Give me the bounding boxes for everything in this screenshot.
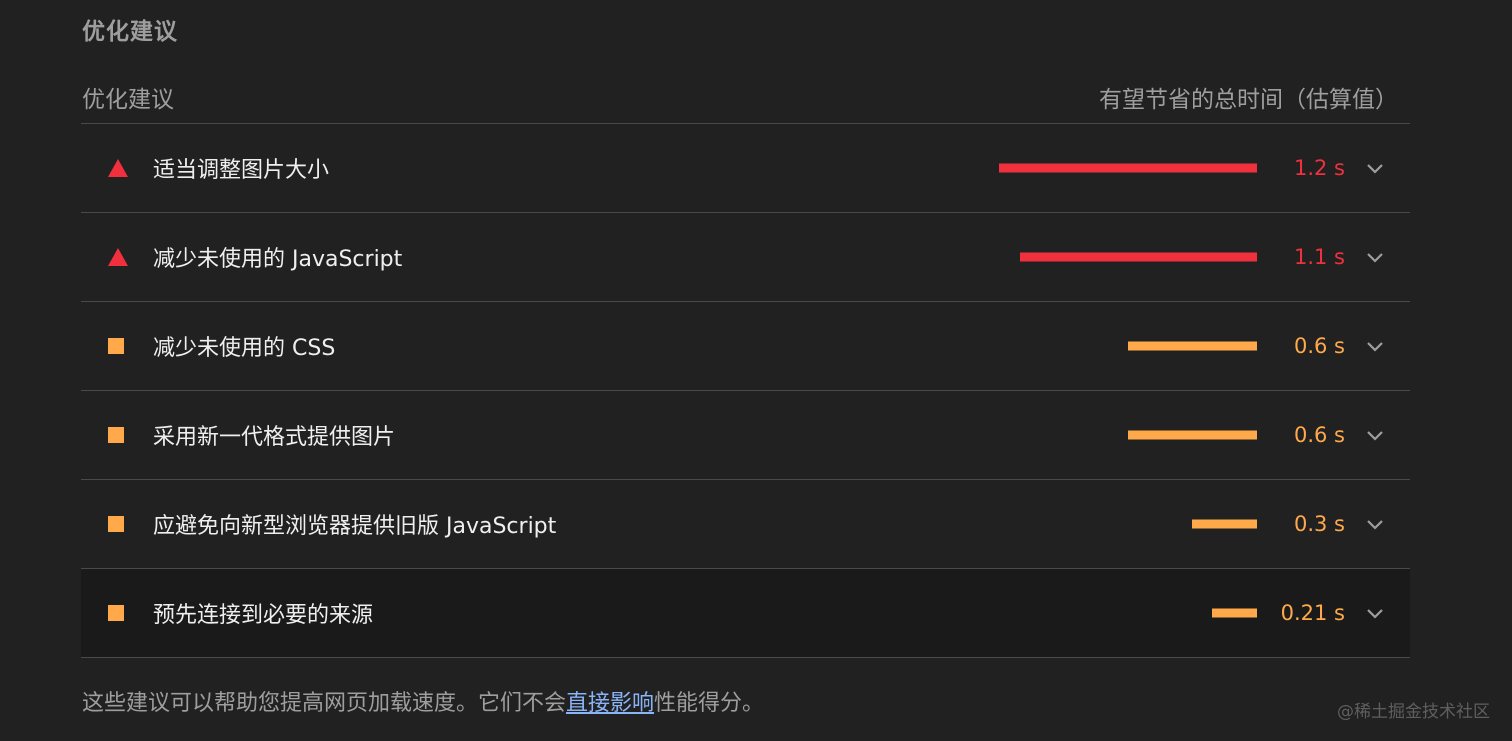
opportunity-label: 减少未使用的 CSS [153, 336, 336, 361]
square-average-icon [108, 427, 124, 443]
opportunity-label: 减少未使用的 JavaScript [153, 247, 403, 272]
opportunity-row[interactable]: 采用新一代格式提供图片 0.6 s [81, 391, 1410, 480]
opportunity-label: 预先连接到必要的来源 [153, 603, 374, 628]
square-average-icon [108, 338, 124, 354]
section-title: 优化建议 [82, 19, 178, 45]
opportunity-label: 应避免向新型浏览器提供旧版 JavaScript [153, 514, 557, 539]
opportunity-row[interactable]: 预先连接到必要的来源 0.21 s [81, 569, 1410, 658]
square-average-icon [108, 516, 124, 532]
savings-bar [1020, 252, 1257, 262]
chevron-down-icon[interactable] [1365, 606, 1385, 620]
opportunity-label: 采用新一代格式提供图片 [153, 425, 396, 450]
savings-value: 1.2 s [1293, 156, 1345, 180]
opportunity-list: 适当调整图片大小 1.2 s 减少未使用的 JavaScript 1.1 s 减少未使用… [81, 124, 1410, 658]
savings-bar [1128, 341, 1257, 351]
chevron-down-icon[interactable] [1365, 517, 1385, 531]
opportunity-row[interactable]: 适当调整图片大小 1.2 s [81, 124, 1410, 213]
savings-bar [1192, 519, 1257, 529]
page: 优化建议 优化建议 有望节省的总时间（估算值） 适当调整图片大小 1.2 s 减少未… [0, 0, 1512, 741]
chevron-down-icon[interactable] [1365, 250, 1385, 264]
footer-text-after: 性能得分。 [654, 691, 765, 716]
triangle-warning-icon [108, 159, 128, 177]
triangle-warning-icon [108, 248, 128, 266]
savings-bar [999, 163, 1257, 173]
opportunity-row[interactable]: 减少未使用的 CSS 0.6 s [81, 302, 1410, 391]
table-header: 优化建议 有望节省的总时间（估算值） [81, 70, 1410, 124]
square-average-icon [108, 605, 124, 621]
savings-bar [1212, 608, 1257, 618]
chevron-down-icon[interactable] [1365, 428, 1385, 442]
savings-value: 0.21 s [1280, 601, 1345, 625]
opportunity-row[interactable]: 减少未使用的 JavaScript 1.1 s [81, 213, 1410, 302]
footer-text-before: 这些建议可以帮助您提高网页加载速度。它们不会 [82, 691, 567, 716]
opportunities-table: 优化建议 有望节省的总时间（估算值） 适当调整图片大小 1.2 s 减少未使用的 J… [81, 70, 1410, 658]
savings-bar [1128, 430, 1257, 440]
savings-value: 0.6 s [1293, 334, 1345, 358]
watermark: @稀土掘金技术社区 [1337, 702, 1490, 722]
opportunity-label: 适当调整图片大小 [153, 158, 330, 183]
chevron-down-icon[interactable] [1365, 339, 1385, 353]
direct-impact-link[interactable]: 直接影响 [566, 691, 654, 716]
savings-value: 0.3 s [1293, 512, 1345, 536]
savings-value: 1.1 s [1293, 245, 1345, 269]
opportunity-row[interactable]: 应避免向新型浏览器提供旧版 JavaScript 0.3 s [81, 480, 1410, 569]
column-header-opportunity: 优化建议 [82, 86, 174, 113]
footer-note: 这些建议可以帮助您提高网页加载速度。它们不会直接影响性能得分。 [82, 685, 764, 717]
chevron-down-icon[interactable] [1365, 161, 1385, 175]
column-header-savings: 有望节省的总时间（估算值） [1099, 86, 1398, 113]
savings-value: 0.6 s [1293, 423, 1345, 447]
